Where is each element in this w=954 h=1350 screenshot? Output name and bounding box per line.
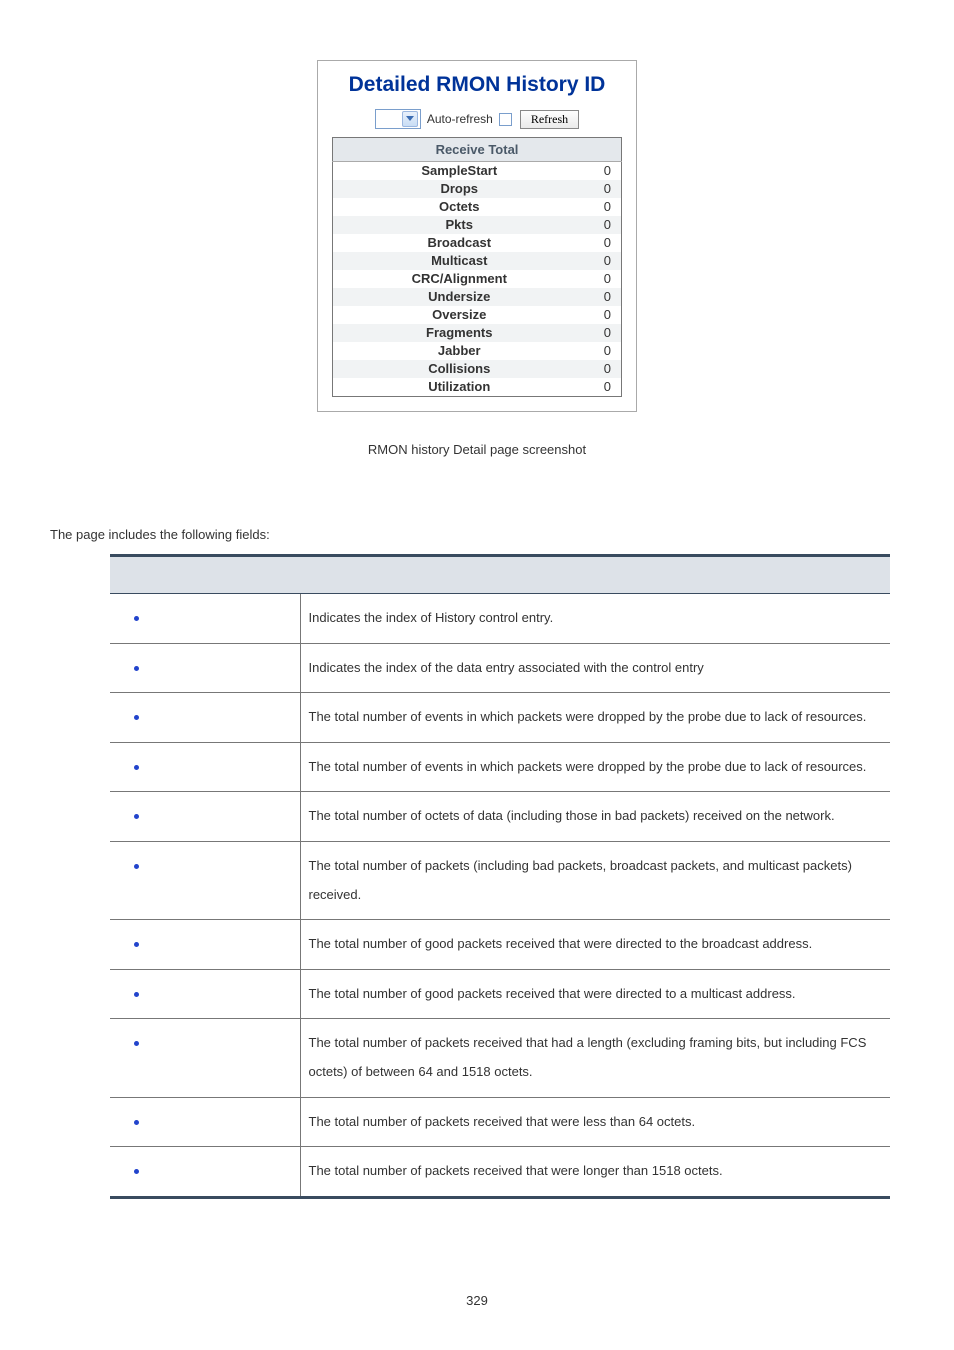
stat-value: 0: [586, 270, 622, 288]
table-row: Pkts0: [333, 216, 622, 234]
stat-label: SampleStart: [333, 162, 586, 181]
table-row: The total number of good packets receive…: [110, 920, 890, 970]
stat-label: Drops: [333, 180, 586, 198]
receive-total-table: Receive Total SampleStart0 Drops0 Octets…: [332, 137, 622, 397]
stat-value: 0: [586, 342, 622, 360]
stat-label: Pkts: [333, 216, 586, 234]
table-row: CRC/Alignment0: [333, 270, 622, 288]
id-dropdown[interactable]: [375, 109, 421, 129]
table-row: Indicates the index of the data entry as…: [110, 643, 890, 693]
fields-table: Indicates the index of History control e…: [110, 554, 890, 1199]
stat-label: Collisions: [333, 360, 586, 378]
stat-label: Broadcast: [333, 234, 586, 252]
auto-refresh-label: Auto-refresh: [427, 112, 493, 126]
stat-label: Jabber: [333, 342, 586, 360]
stat-value: 0: [586, 288, 622, 306]
bullet-icon: [134, 666, 139, 671]
table-row: The total number of packets (including b…: [110, 841, 890, 919]
refresh-button[interactable]: Refresh: [520, 110, 579, 129]
field-description: The total number of packets received tha…: [300, 1147, 890, 1198]
table-row: Indicates the index of History control e…: [110, 594, 890, 644]
bullet-icon: [134, 1120, 139, 1125]
stat-label: Oversize: [333, 306, 586, 324]
field-description: The total number of packets (including b…: [300, 841, 890, 919]
table-row: Jabber0: [333, 342, 622, 360]
field-description: Indicates the index of the data entry as…: [300, 643, 890, 693]
table-row: The total number of packets received tha…: [110, 1097, 890, 1147]
field-description: The total number of packets received tha…: [300, 1019, 890, 1097]
bullet-icon: [134, 864, 139, 869]
field-description: Indicates the index of History control e…: [300, 594, 890, 644]
bullet-icon: [134, 942, 139, 947]
stat-label: Fragments: [333, 324, 586, 342]
stat-value: 0: [586, 306, 622, 324]
table-row: Drops0: [333, 180, 622, 198]
table-row: Oversize0: [333, 306, 622, 324]
table-row: Fragments0: [333, 324, 622, 342]
table-row: The total number of packets received tha…: [110, 1147, 890, 1198]
table-row: Multicast0: [333, 252, 622, 270]
table-row: Collisions0: [333, 360, 622, 378]
rmon-history-detail-panel: Detailed RMON History ID Auto-refresh Re…: [317, 60, 637, 412]
field-description: The total number of events in which pack…: [300, 693, 890, 743]
chevron-down-icon: [402, 111, 418, 127]
table-row: The total number of octets of data (incl…: [110, 792, 890, 842]
field-description: The total number of octets of data (incl…: [300, 792, 890, 842]
stat-label: Undersize: [333, 288, 586, 306]
intro-text: The page includes the following fields:: [50, 527, 904, 542]
page-number: 329: [0, 1293, 954, 1308]
stat-value: 0: [586, 360, 622, 378]
bullet-icon: [134, 616, 139, 621]
stat-value: 0: [586, 180, 622, 198]
table-row: The total number of packets received tha…: [110, 1019, 890, 1097]
stat-value: 0: [586, 378, 622, 397]
panel-controls: Auto-refresh Refresh: [332, 109, 622, 129]
figure-caption: RMON history Detail page screenshot: [50, 442, 904, 457]
panel-title: Detailed RMON History ID: [332, 73, 622, 97]
bullet-icon: [134, 1041, 139, 1046]
stat-label: Octets: [333, 198, 586, 216]
field-description: The total number of events in which pack…: [300, 742, 890, 792]
table-row: Utilization0: [333, 378, 622, 397]
table-row: Broadcast0: [333, 234, 622, 252]
field-description: The total number of good packets receive…: [300, 969, 890, 1019]
table-row: The total number of events in which pack…: [110, 693, 890, 743]
table-row: The total number of events in which pack…: [110, 742, 890, 792]
bullet-icon: [134, 992, 139, 997]
stat-value: 0: [586, 216, 622, 234]
stat-label: Utilization: [333, 378, 586, 397]
bullet-icon: [134, 765, 139, 770]
table-header: Receive Total: [333, 138, 622, 162]
auto-refresh-checkbox[interactable]: [499, 113, 512, 126]
stat-label: CRC/Alignment: [333, 270, 586, 288]
bullet-icon: [134, 814, 139, 819]
table-row: The total number of good packets receive…: [110, 969, 890, 1019]
stat-value: 0: [586, 324, 622, 342]
stat-label: Multicast: [333, 252, 586, 270]
table-row: Undersize0: [333, 288, 622, 306]
stat-value: 0: [586, 252, 622, 270]
stat-value: 0: [586, 234, 622, 252]
stat-value: 0: [586, 162, 622, 181]
bullet-icon: [134, 715, 139, 720]
field-description: The total number of packets received tha…: [300, 1097, 890, 1147]
table-row: SampleStart0: [333, 162, 622, 181]
bullet-icon: [134, 1169, 139, 1174]
table-row: Octets0: [333, 198, 622, 216]
field-description: The total number of good packets receive…: [300, 920, 890, 970]
stat-value: 0: [586, 198, 622, 216]
